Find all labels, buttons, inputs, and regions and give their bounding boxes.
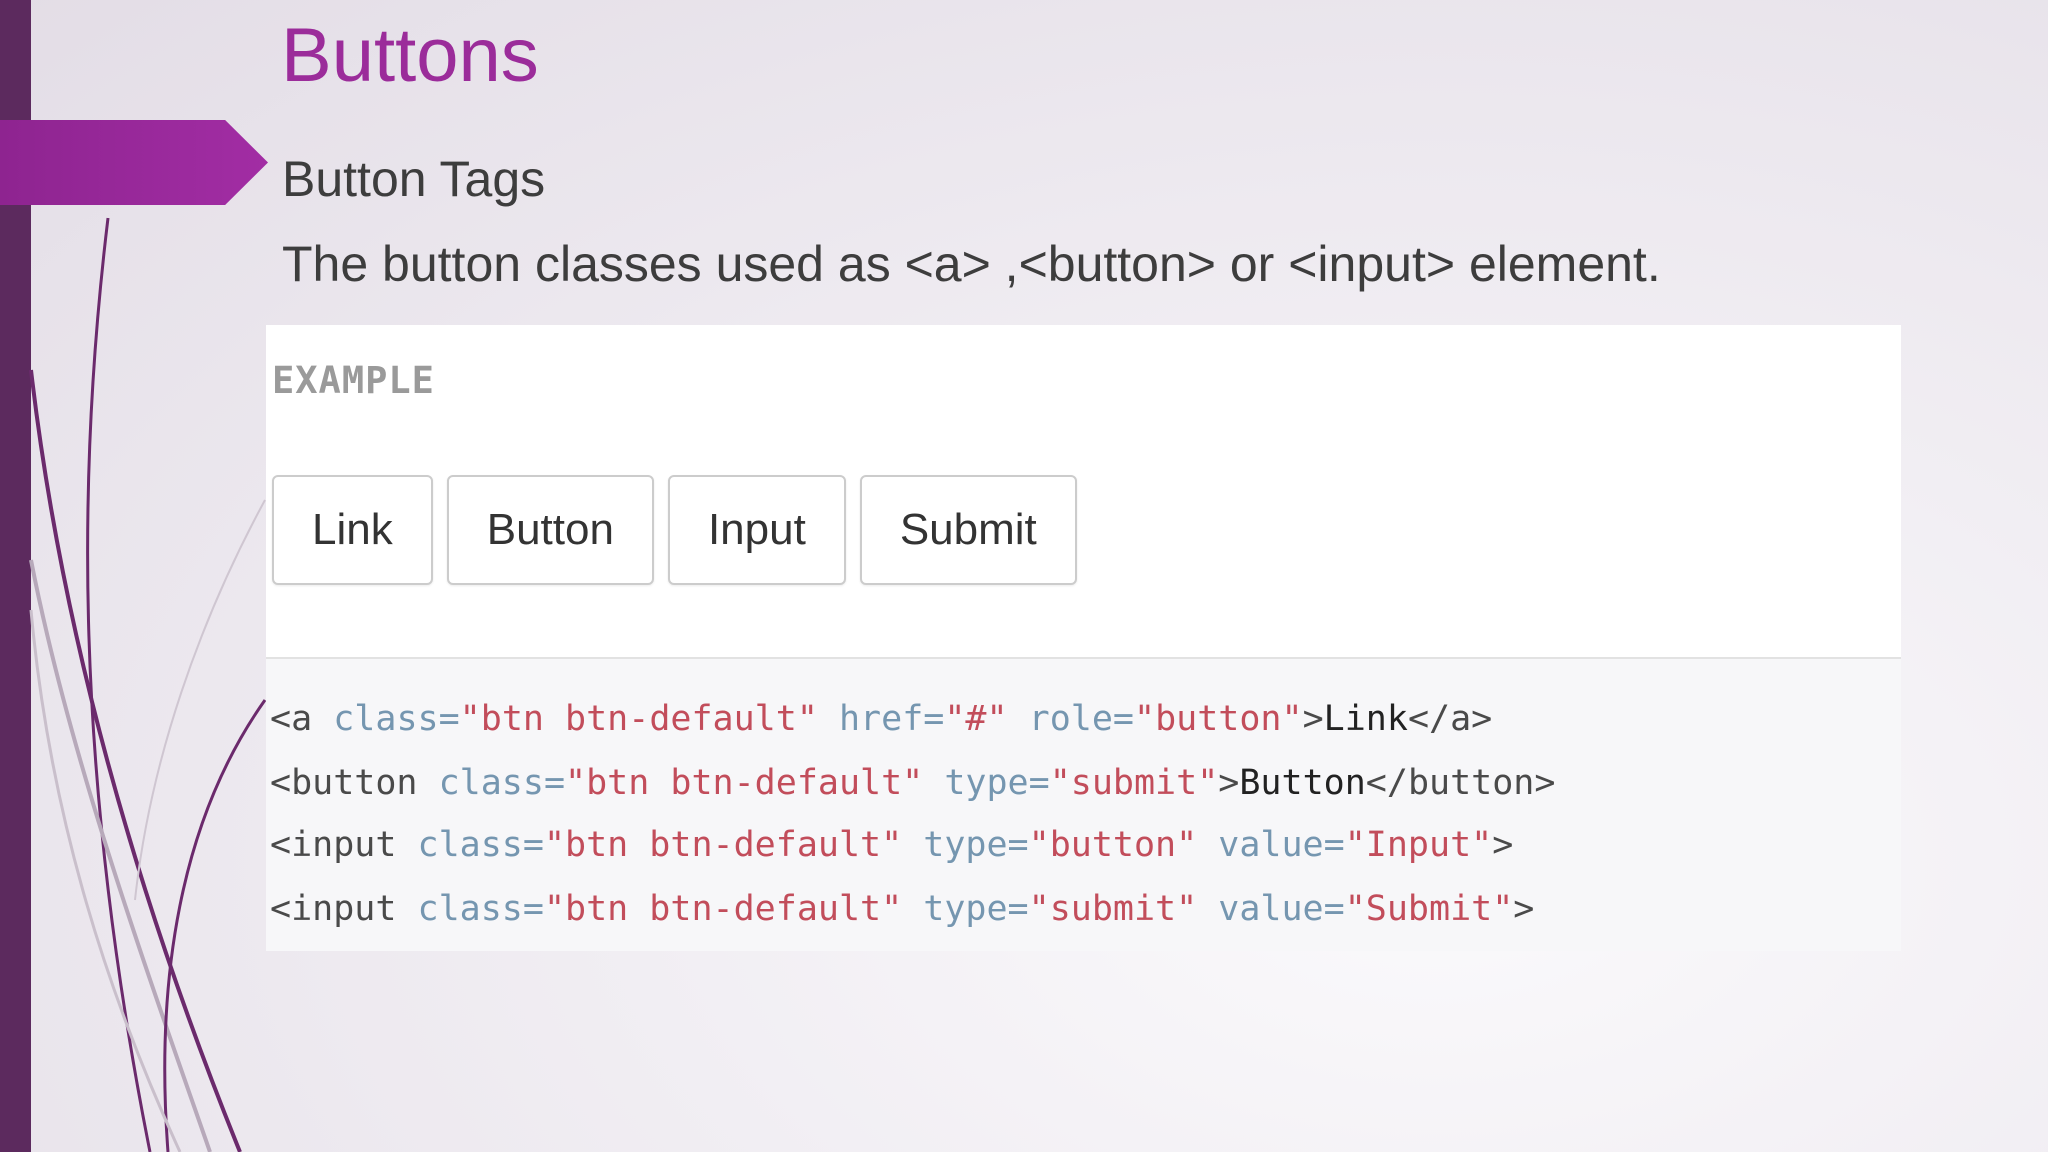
code-tag: <a — [270, 699, 313, 739]
code-value: "btn btn-default" — [543, 889, 903, 929]
button-button[interactable]: Button — [446, 475, 654, 585]
code-attr: class= — [417, 763, 566, 803]
button-row: Link Button Input Submit — [272, 475, 1077, 585]
code-line-input: <input class="btn btn-default" type="but… — [270, 825, 1513, 865]
code-line-submit: <input class="btn btn-default" type="sub… — [270, 889, 1534, 929]
code-tag: > — [1513, 889, 1535, 929]
code-attr: role= — [1007, 699, 1134, 739]
code-attr: class= — [396, 889, 544, 929]
submit-button[interactable]: Submit — [859, 475, 1077, 585]
slide-title: Buttons — [281, 13, 539, 98]
code-value: "Input" — [1344, 825, 1493, 865]
input-button[interactable]: Input — [667, 475, 846, 585]
code-value: "submit" — [1049, 763, 1219, 803]
code-tag: <input — [270, 825, 397, 865]
code-tag: > — [1218, 763, 1240, 803]
bullet-description: The button classes used as <a> ,<button>… — [282, 236, 1661, 292]
code-attr: value= — [1197, 825, 1345, 865]
code-tag: > — [1302, 699, 1324, 739]
code-line-button: <button class="btn btn-default" type="su… — [270, 763, 1555, 803]
code-tag: </button> — [1365, 763, 1556, 803]
code-text: Link — [1323, 699, 1408, 739]
example-label: EXAMPLE — [272, 359, 435, 402]
code-attr: type= — [902, 889, 1029, 929]
code-tag: <button — [270, 763, 418, 803]
code-value: "btn btn-default" — [543, 825, 903, 865]
link-button[interactable]: Link — [272, 475, 433, 585]
code-value: "btn btn-default" — [565, 763, 924, 803]
code-attr: type= — [902, 825, 1029, 865]
code-attr: class= — [396, 825, 544, 865]
code-attr: href= — [817, 699, 945, 739]
code-tag: <input — [270, 889, 397, 929]
code-tag: > — [1492, 825, 1514, 865]
code-value: "submit" — [1028, 889, 1198, 929]
code-value: "#" — [944, 699, 1008, 739]
code-value: "btn btn-default" — [459, 699, 818, 739]
example-panel: EXAMPLE Link Button Input Submit <a clas… — [266, 325, 1901, 951]
title-arrow-tab — [0, 120, 268, 205]
code-text: Button — [1239, 763, 1366, 803]
code-line-link: <a class="btn btn-default" href="#" role… — [270, 699, 1492, 739]
code-attr: value= — [1197, 889, 1345, 929]
code-tag: </a> — [1407, 699, 1493, 739]
code-value: "button" — [1134, 699, 1303, 739]
example-preview: EXAMPLE Link Button Input Submit — [266, 325, 1901, 659]
code-block: <a class="btn btn-default" href="#" role… — [266, 659, 1901, 951]
code-attr: type= — [923, 763, 1050, 803]
code-value: "Submit" — [1344, 889, 1514, 929]
code-attr: class= — [312, 699, 460, 739]
code-value: "button" — [1028, 825, 1198, 865]
bullet-button-tags: Button Tags — [282, 151, 546, 207]
